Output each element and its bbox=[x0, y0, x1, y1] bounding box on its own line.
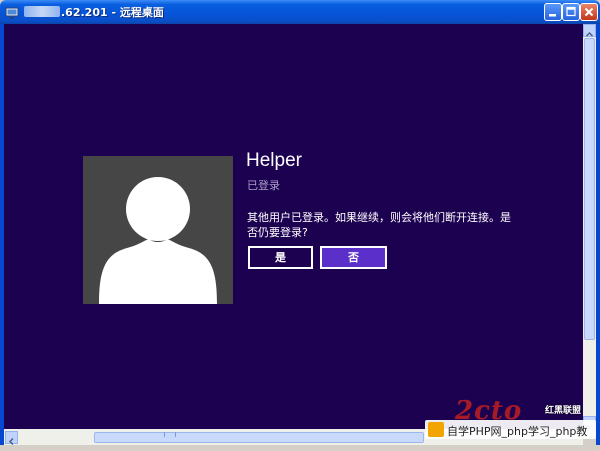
vertical-scrollbar[interactable] bbox=[583, 24, 596, 430]
title-app: 远程桌面 bbox=[119, 6, 164, 19]
remote-desktop-icon bbox=[5, 5, 19, 19]
scroll-left-button[interactable] bbox=[5, 431, 18, 446]
watermark-side-text: 红黑联盟 bbox=[545, 406, 582, 416]
redacted-ip-mask bbox=[24, 6, 60, 17]
maximize-icon bbox=[566, 6, 576, 17]
username-label: Helper bbox=[246, 150, 302, 171]
vertical-scroll-thumb[interactable] bbox=[584, 38, 595, 340]
no-button[interactable]: 否 bbox=[320, 246, 387, 269]
warning-message: 其他用户已登录。如果继续，则会将他们断开连接。是否仍要登录? bbox=[247, 211, 511, 239]
title-bar[interactable]: .62.201 - 远程桌面 bbox=[0, 0, 600, 24]
remote-desktop-area[interactable]: Helper 已登录 其他用户已登录。如果继续，则会将他们断开连接。是否仍要登录… bbox=[4, 24, 583, 429]
user-avatar bbox=[83, 156, 233, 304]
window-title: .62.201 - 远程桌面 bbox=[24, 4, 164, 20]
horizontal-scroll-thumb[interactable] bbox=[94, 432, 424, 443]
close-icon bbox=[584, 7, 594, 17]
scroll-grip bbox=[164, 432, 176, 437]
scroll-up-button[interactable] bbox=[583, 24, 596, 37]
maximize-button[interactable] bbox=[562, 3, 580, 21]
chevron-left-icon bbox=[8, 437, 14, 446]
user-silhouette-icon bbox=[99, 177, 217, 304]
title-ip: .62.201 bbox=[61, 6, 108, 19]
yes-button[interactable]: 是 bbox=[248, 246, 313, 269]
minimize-button[interactable] bbox=[544, 3, 562, 21]
window-frame-right bbox=[596, 24, 600, 445]
minimize-icon bbox=[549, 14, 556, 17]
watermark-text: 自学PHP网_php学习_php教 bbox=[447, 425, 588, 438]
title-separator: - bbox=[107, 6, 120, 19]
login-status: 已登录 bbox=[247, 179, 280, 192]
watermark-icon bbox=[428, 422, 444, 437]
close-button[interactable] bbox=[580, 3, 598, 21]
